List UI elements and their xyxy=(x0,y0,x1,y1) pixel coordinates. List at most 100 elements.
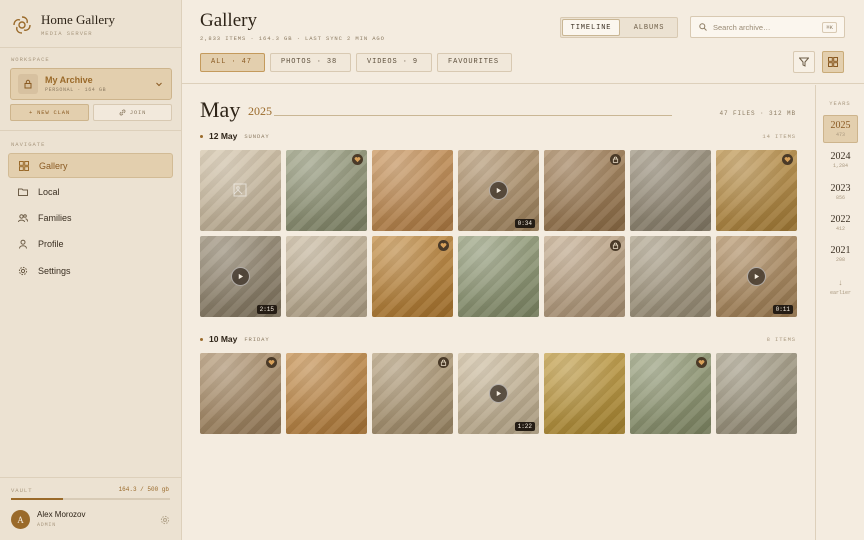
year-2022[interactable]: 2022 412 xyxy=(823,210,858,238)
navigate-label: NAVIGATE xyxy=(11,141,46,148)
lock-icon xyxy=(610,240,621,251)
photo-tile[interactable] xyxy=(716,353,797,434)
year-rail: YEARS 2025 473 2024 1,284 2023 856 2022 … xyxy=(815,85,864,540)
photo-tile[interactable] xyxy=(372,150,453,231)
app-title: Home Gallery xyxy=(41,12,116,27)
nav-label: Families xyxy=(38,212,72,223)
year-2025[interactable]: 2025 473 xyxy=(823,115,858,143)
play-icon[interactable] xyxy=(747,267,766,286)
image-placeholder-icon xyxy=(233,183,247,202)
filter-favourites[interactable]: FAVOURITES xyxy=(437,53,512,72)
nav-item-profile[interactable]: Profile xyxy=(8,231,173,256)
photo-tile[interactable] xyxy=(372,236,453,317)
year-heading: 2025 xyxy=(248,104,272,118)
photo-tile[interactable] xyxy=(200,353,281,434)
tab-albums[interactable]: ALBUMS xyxy=(621,18,677,37)
new-clan-label: NEW CLAN xyxy=(37,109,70,116)
video-tile[interactable]: 2:15 xyxy=(200,236,281,317)
play-icon[interactable] xyxy=(231,267,250,286)
video-tile[interactable]: 1:22 xyxy=(458,353,539,434)
grid-view-button[interactable] xyxy=(822,51,844,73)
filter-photos[interactable]: PHOTOS · 38 xyxy=(270,53,351,72)
day-weekday: SUNDAY xyxy=(244,132,270,140)
nav-item-local[interactable]: Local xyxy=(8,179,173,204)
nav-item-settings[interactable]: Settings xyxy=(8,258,173,283)
year-value: 2021 xyxy=(830,245,851,256)
photo-tile[interactable] xyxy=(200,150,281,231)
favourite-icon xyxy=(352,154,363,165)
page-title: Gallery xyxy=(200,10,257,31)
nav-item-families[interactable]: Families xyxy=(8,205,173,230)
view-toggle: TIMELINE ALBUMS xyxy=(560,17,678,38)
favourite-icon xyxy=(438,240,449,251)
photo-tile[interactable] xyxy=(630,236,711,317)
year-2024[interactable]: 2024 1,284 xyxy=(823,147,858,175)
video-tile[interactable]: 0:11 xyxy=(716,236,797,317)
year-earlier[interactable]: ↓ earlier xyxy=(823,274,858,302)
day-count: 8 ITEMS xyxy=(766,336,796,343)
photo-tile[interactable] xyxy=(716,150,797,231)
photo-tile[interactable] xyxy=(630,150,711,231)
photo-tile[interactable] xyxy=(286,236,367,317)
play-icon[interactable] xyxy=(489,181,508,200)
photo-tile[interactable] xyxy=(458,236,539,317)
divider xyxy=(0,47,181,48)
chevron-down-icon xyxy=(156,82,162,87)
year-2023[interactable]: 2023 856 xyxy=(823,179,858,207)
year-count: 208 xyxy=(835,257,845,263)
photo-tile[interactable] xyxy=(544,150,625,231)
nav-label: Settings xyxy=(38,265,71,276)
avatar[interactable]: A xyxy=(11,510,30,529)
day-dot xyxy=(200,134,203,138)
day-date: 12 May xyxy=(209,131,238,141)
gear-icon xyxy=(18,266,28,275)
search-input[interactable]: Search archive… ⌘K xyxy=(690,16,845,38)
play-icon[interactable] xyxy=(489,384,508,403)
nav-item-gallery[interactable]: Gallery xyxy=(8,153,173,178)
photo-tile[interactable] xyxy=(630,353,711,434)
filter-button[interactable] xyxy=(793,51,815,73)
vault-progress-fill xyxy=(11,498,64,500)
year-value: 2024 xyxy=(830,151,851,162)
photo-tile[interactable] xyxy=(372,353,453,434)
day-header: 12 May SUNDAY xyxy=(200,131,270,141)
video-duration: 1:22 xyxy=(514,422,535,431)
vault-label: VAULT xyxy=(11,487,33,494)
user-settings-icon[interactable] xyxy=(160,515,170,525)
join-button[interactable]: JOIN xyxy=(93,104,172,121)
vault-usage: 164.3 / 500 gb xyxy=(118,486,169,493)
earlier-arrow-icon: ↓ xyxy=(838,279,843,288)
app-subtitle: MEDIA SERVER xyxy=(41,30,93,37)
folder-icon xyxy=(18,188,28,196)
lock-icon xyxy=(18,74,38,94)
new-clan-button[interactable]: + NEW CLAN xyxy=(10,104,89,121)
day-header: 10 May FRIDAY xyxy=(200,334,270,344)
month-info: 47 FILES · 312 MB xyxy=(719,110,796,117)
filter-videos[interactable]: VIDEOS · 9 xyxy=(356,53,432,72)
photo-grid: 1:22 xyxy=(200,353,797,434)
workspace-switcher[interactable]: My Archive PERSONAL · 164 GB xyxy=(10,68,172,100)
favourite-icon xyxy=(782,154,793,165)
years-label: YEARS xyxy=(829,100,851,107)
tab-timeline[interactable]: TIMELINE xyxy=(562,19,620,36)
workspace-name: My Archive xyxy=(45,75,93,85)
photo-tile[interactable] xyxy=(286,353,367,434)
photo-tile[interactable] xyxy=(544,353,625,434)
user-name: Alex Morozov xyxy=(37,510,86,519)
day-dot xyxy=(200,337,203,341)
divider xyxy=(0,477,181,478)
month-heading: May xyxy=(200,97,241,122)
timeline: May 2025 47 FILES · 312 MB 12 May SUNDAY… xyxy=(182,85,815,540)
filter-icon xyxy=(799,57,809,67)
photo-tile[interactable] xyxy=(544,236,625,317)
video-tile[interactable]: 0:34 xyxy=(458,150,539,231)
sidebar: Home Gallery MEDIA SERVER WORKSPACE My A… xyxy=(0,0,182,540)
day-weekday: FRIDAY xyxy=(244,335,270,343)
photo-tile[interactable] xyxy=(286,150,367,231)
filter-all[interactable]: ALL · 47 xyxy=(200,53,265,72)
year-count: 1,284 xyxy=(832,163,848,169)
grid-icon xyxy=(19,160,29,171)
year-2021[interactable]: 2021 208 xyxy=(823,241,858,269)
brand[interactable]: Home Gallery MEDIA SERVER xyxy=(11,12,115,38)
workspace-meta: PERSONAL · 164 GB xyxy=(45,87,107,93)
